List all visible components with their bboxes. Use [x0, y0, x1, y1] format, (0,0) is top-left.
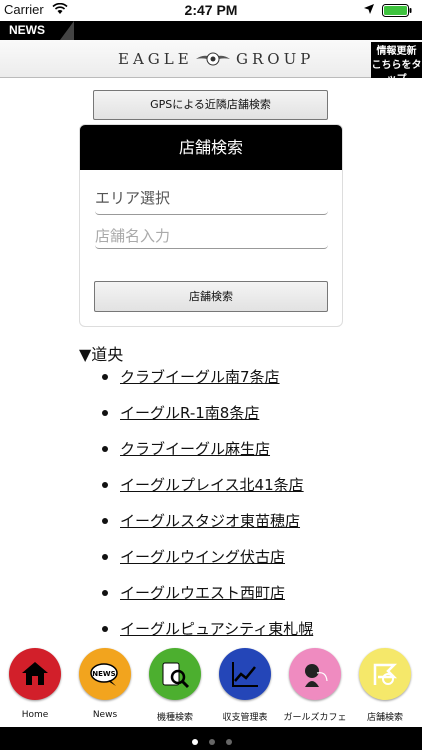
tab-machine-search[interactable]: 機種検索	[140, 641, 210, 727]
gps-nearby-search-button[interactable]: GPSによる近隣店舗検索	[93, 90, 328, 120]
store-search-icon	[359, 648, 411, 700]
news-icon: NEWS	[79, 648, 131, 700]
store-link[interactable]: クラブイーグル麻生店	[120, 440, 270, 458]
chart-icon	[219, 648, 271, 700]
list-item[interactable]: クラブイーグル麻生店	[100, 436, 420, 472]
list-item[interactable]: イーグルスタジオ東苗穂店	[100, 508, 420, 544]
logo-text-left: EAGLE	[118, 50, 193, 68]
home-icon	[9, 648, 61, 700]
tab-news[interactable]: NEWS News	[70, 641, 140, 727]
region-heading: ▼道央	[79, 345, 124, 364]
tab-bar: Home NEWS News 機種検索 収支管理表 ガールズカフェ 店舗検索	[0, 641, 422, 727]
store-list: クラブイーグル南7条店 イーグルR-1南8条店 クラブイーグル麻生店 イーグルプ…	[100, 364, 420, 652]
tab-label: Home	[21, 710, 49, 720]
update-badge-line1: 情報更新	[376, 46, 417, 57]
tab-home[interactable]: Home	[0, 641, 70, 727]
page-indicator-bar	[0, 727, 422, 750]
store-link[interactable]: イーグルR-1南8条店	[120, 404, 259, 422]
page-dot-active[interactable]	[192, 739, 198, 745]
store-link[interactable]: イーグルウイング伏古店	[120, 548, 285, 566]
store-link[interactable]: イーグルプレイス北41条店	[120, 476, 304, 494]
tab-label: 店舗検索	[366, 713, 403, 723]
logo-header: EAGLE GROUP	[0, 40, 422, 78]
update-info-button[interactable]: 情報更新 こちらをタップ	[371, 42, 422, 85]
search-card-title: 店舗検索	[80, 125, 342, 170]
list-item[interactable]: イーグルウイング伏古店	[100, 544, 420, 580]
tab-store-search[interactable]: 店舗検索	[350, 641, 420, 727]
news-tab-corner	[60, 21, 74, 40]
news-ticker[interactable]: NEWS	[0, 21, 422, 40]
store-link[interactable]: イーグルウエスト西町店	[120, 584, 285, 602]
tab-balance-sheet[interactable]: 収支管理表	[210, 641, 280, 727]
clock: 2:47 PM	[184, 2, 238, 18]
location-arrow-icon	[364, 4, 374, 14]
svg-text:NEWS: NEWS	[92, 670, 115, 678]
battery-icon	[382, 4, 412, 17]
status-bar: Carrier 2:47 PM	[0, 0, 422, 21]
girls-cafe-icon	[289, 648, 341, 700]
list-item[interactable]: イーグルウエスト西町店	[100, 580, 420, 616]
machine-search-icon	[149, 648, 201, 700]
store-search-button[interactable]: 店舗検索	[94, 281, 328, 312]
tab-label: ガールズカフェ	[283, 713, 347, 723]
store-search-card: 店舗検索 エリア選択 店舗名入力 店舗検索	[79, 124, 343, 327]
store-link[interactable]: クラブイーグル南7条店	[120, 368, 280, 386]
page-dot[interactable]	[226, 739, 232, 745]
list-item[interactable]: イーグルプレイス北41条店	[100, 472, 420, 508]
tab-label: News	[92, 710, 118, 720]
tab-label: 収支管理表	[222, 713, 268, 723]
update-badge-line2: こちらをタップ	[371, 60, 422, 85]
store-link[interactable]: イーグルピュアシティ東札幌	[120, 620, 313, 638]
tab-girls-cafe[interactable]: ガールズカフェ	[280, 641, 350, 727]
page-dot[interactable]	[209, 739, 215, 745]
store-name-input[interactable]: 店舗名入力	[95, 225, 328, 249]
list-item[interactable]: イーグルR-1南8条店	[100, 400, 420, 436]
area-select-field[interactable]: エリア選択	[95, 187, 328, 215]
store-link[interactable]: イーグルスタジオ東苗穂店	[120, 512, 300, 530]
tab-label: 機種検索	[156, 713, 193, 723]
news-label: NEWS	[9, 23, 45, 37]
eagle-emblem-icon	[196, 52, 230, 66]
list-item[interactable]: クラブイーグル南7条店	[100, 364, 420, 400]
logo-text-right: GROUP	[236, 50, 315, 68]
